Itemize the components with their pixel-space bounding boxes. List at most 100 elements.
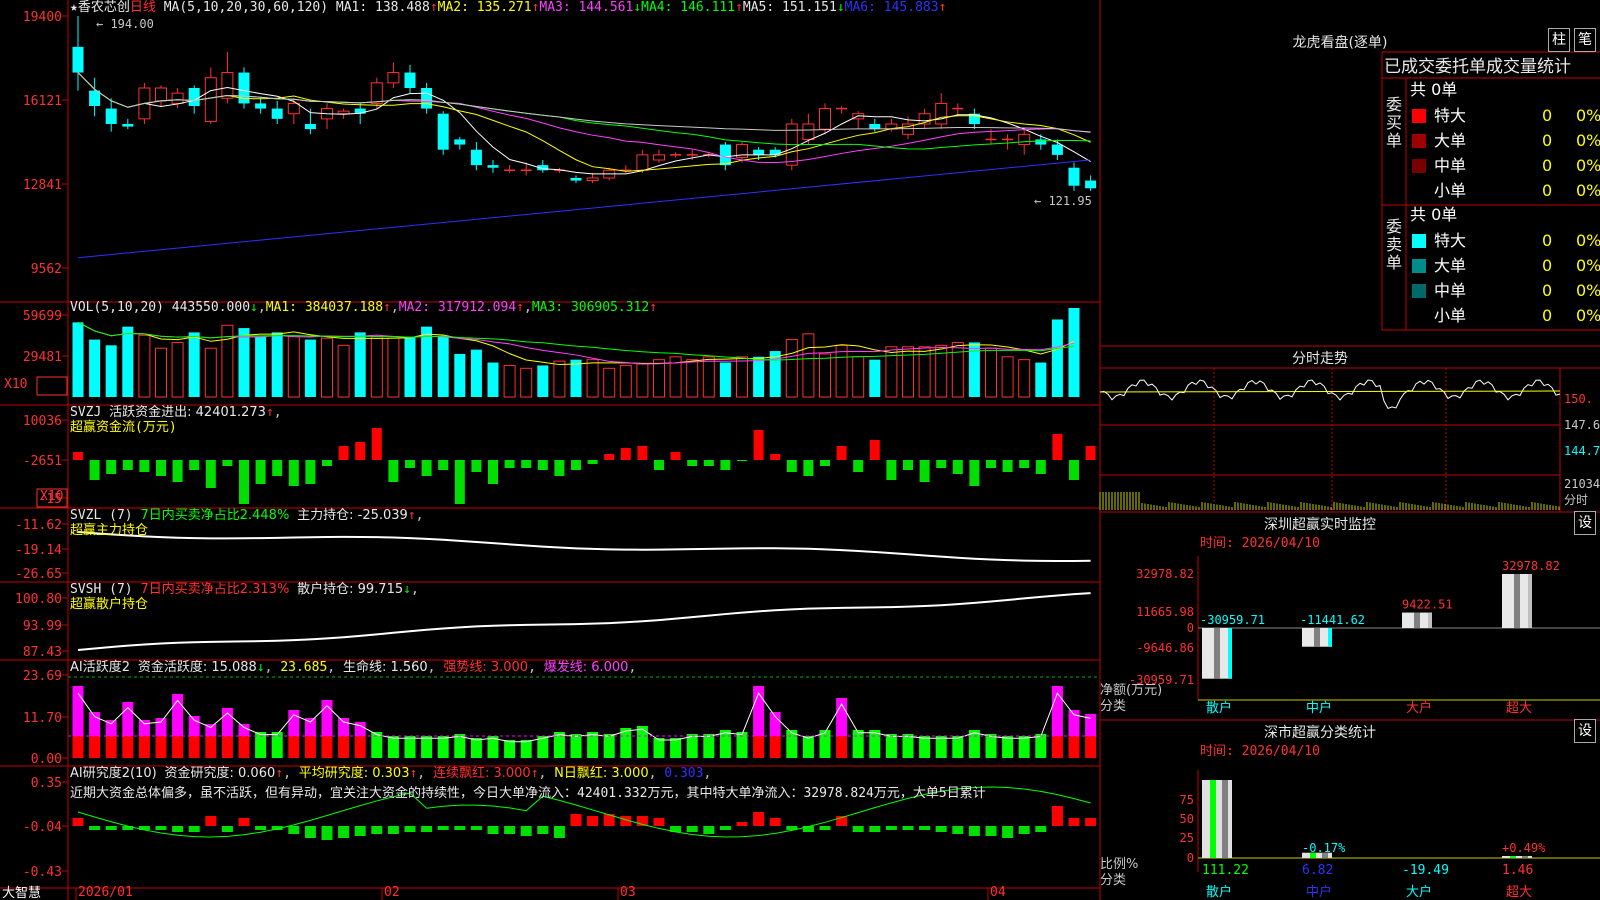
research-bar-52 (935, 826, 947, 832)
monitor-bar-mid-1 (1314, 628, 1320, 647)
sell-row-label-3: 小单 (1434, 306, 1467, 325)
research-bar-50 (902, 826, 914, 830)
candle-body-39 (719, 144, 731, 166)
flow-bar-6 (172, 460, 183, 482)
flow-bar-43 (786, 460, 797, 472)
vol-value: 443550.000 (171, 300, 251, 315)
ai-active-t5: 爆发线: 6.000 (543, 660, 629, 675)
research-bar-23 (454, 826, 466, 830)
x-axis-label-2: 03 (620, 885, 636, 900)
sell-row-count-1: 0 (1542, 256, 1553, 275)
sz-monitor-settings-button[interactable]: 设 (1574, 511, 1596, 535)
svzl-y-tick-0: -11.62 (15, 518, 62, 533)
bar-mode-button[interactable]: 柱 (1548, 28, 1570, 52)
monitor-category-2: 大户 (1406, 700, 1432, 716)
active-base-47 (852, 736, 864, 758)
candle-body-42 (769, 149, 781, 155)
monitor-y-tick-0: 32978.82 (1136, 567, 1194, 581)
buy-row-count-3: 0 (1542, 181, 1553, 200)
buy-row-pct-0: 0% (1576, 106, 1600, 125)
flow-bar-52 (936, 460, 947, 468)
active-base-55 (985, 736, 997, 758)
candle-body-21 (421, 88, 433, 109)
buy-total: 共 0单 (1410, 80, 1458, 99)
intraday-vol-label: 21034 (1564, 477, 1600, 491)
svsh-sub: 超赢散户持仓 (70, 597, 149, 612)
class-change-3: +0.49% (1502, 841, 1546, 855)
tick-mode-button[interactable]: 笔 (1574, 28, 1596, 52)
monitor-category-0: 散户 (1206, 700, 1232, 716)
svsh-y-tick-2: 87.43 (23, 645, 62, 660)
active-base-22 (437, 736, 449, 758)
sell-row-label-1: 大单 (1434, 256, 1467, 275)
buy-row-count-0: 0 (1542, 106, 1553, 125)
research-bar-42 (769, 818, 781, 826)
sell-row-label-2: 中单 (1434, 281, 1467, 300)
svzl-header: SVZL (7) 7日内买卖净占比2.448% 主力持仓: -25.039↑, (70, 508, 424, 523)
flow-bar-42 (770, 454, 781, 460)
period-label[interactable]: 日线 (130, 0, 156, 15)
vol-bar-38 (702, 356, 715, 398)
candle-body-7 (188, 88, 200, 106)
research-bar-49 (885, 826, 897, 830)
vol-bar-57 (1018, 359, 1031, 398)
vol-bar-6 (171, 341, 184, 398)
star-icon[interactable]: ★ (70, 0, 78, 15)
main-y-tick-2: 12841 (23, 178, 62, 193)
class-y-tick-0: 75 (1180, 793, 1194, 807)
vol-bar-18 (370, 336, 383, 398)
vol-bar-26 (503, 364, 516, 398)
active-base-48 (869, 736, 881, 758)
vol-bar-25 (487, 362, 499, 397)
flow-bar-23 (454, 460, 465, 504)
monitor-y-unit: 净额(万元) (1100, 683, 1162, 698)
flow-bar-37 (687, 460, 698, 466)
class-value-2: -19.49 (1402, 863, 1449, 878)
research-bar-54 (968, 826, 980, 836)
candle-body-59 (1051, 144, 1063, 155)
vol-bar-23 (454, 353, 466, 397)
research-bar-24 (470, 826, 482, 830)
vol-bar-5 (155, 347, 167, 398)
main-chart-header: ★香农芯创日线 MA(5,10,20,30,60,120) MA1: 138.4… (70, 0, 946, 16)
candle-body-30 (570, 178, 582, 181)
active-base-38 (703, 736, 715, 758)
sz-class-settings-button[interactable]: 设 (1574, 719, 1596, 743)
buy-color-swatch-2 (1412, 159, 1426, 173)
active-base-42 (769, 736, 781, 758)
stock-name[interactable]: 香农芯创 (78, 0, 130, 15)
aia-y-tick-0: 23.69 (23, 669, 62, 684)
class-bar-mid-3 (1510, 856, 1516, 858)
research-bar-35 (653, 818, 665, 826)
candle-body-19 (387, 72, 400, 84)
flow-bar-9 (222, 460, 233, 466)
flow-bar-55 (986, 460, 996, 468)
svzl-y-tick-2: -26.65 (15, 567, 62, 582)
active-base-51 (919, 736, 931, 758)
main-y-tick-0: 19400 (23, 10, 62, 25)
research-bar-11 (255, 826, 267, 830)
vol-bar-55 (985, 347, 997, 398)
ai-research-t3: 连续飘红: 3.000 (432, 766, 531, 781)
intraday-vol-unit: 分时 (1564, 493, 1588, 507)
flow-bar-46 (836, 446, 847, 460)
vol-ma1-arrow: ↑ (383, 300, 391, 315)
research-bar-5 (155, 826, 167, 830)
research-bar-0 (72, 818, 84, 826)
stock-chart-canvas[interactable]: 19400 16121 12841 9562 59699 29481 10036 -2651 -… (0, 0, 1600, 900)
flow-bar-44 (803, 460, 814, 476)
active-base-14 (304, 736, 316, 758)
flow-bar-50 (903, 460, 913, 470)
active-base-52 (935, 736, 947, 758)
class-y-tick-3: 0 (1187, 851, 1194, 865)
active-top-60 (1068, 710, 1080, 736)
research-bar-51 (919, 826, 931, 830)
buy-color-swatch-1 (1412, 134, 1426, 148)
active-top-1 (89, 712, 101, 736)
class-category-2: 大户 (1406, 884, 1432, 900)
class-y-tick-1: 50 (1180, 812, 1194, 826)
svzl-text2: 主力持仓: -25.039 (297, 508, 408, 523)
class-category-3: 超大 (1506, 885, 1532, 900)
candle-body-23 (454, 139, 466, 145)
candle-body-35 (653, 154, 665, 161)
